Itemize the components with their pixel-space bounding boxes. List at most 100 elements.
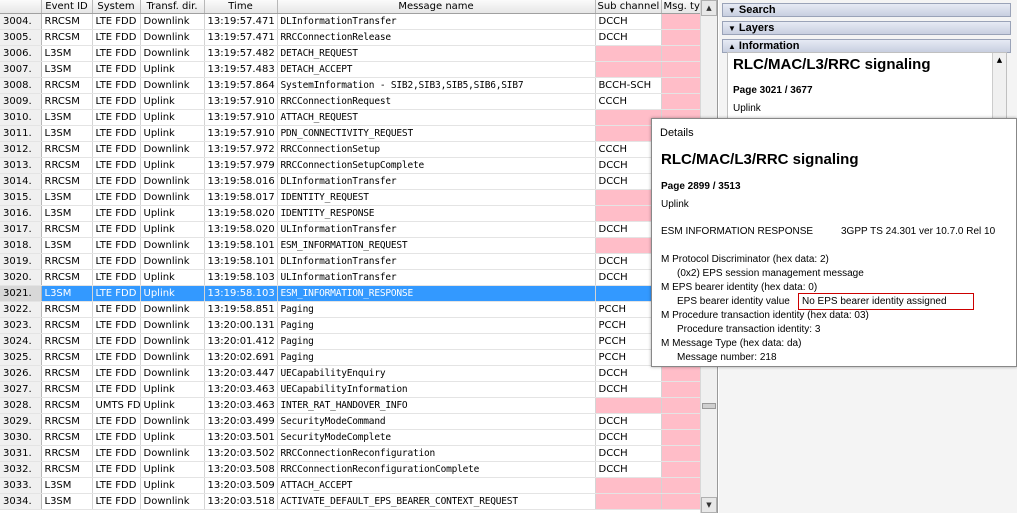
- cell-msg-type: [661, 61, 701, 78]
- table-row[interactable]: 3032. RRCSM LTE FDD Uplink 13:20:03.508 RRCCo…: [0, 461, 701, 478]
- column-header-transf-dir[interactable]: Transf. dir.: [140, 0, 205, 14]
- cell-time: 13:19:58.103: [204, 285, 278, 302]
- column-header-rownum[interactable]: [0, 0, 42, 14]
- cell-time: 13:19:57.910: [204, 109, 278, 126]
- cell-row-number: 3017.: [0, 221, 42, 238]
- scroll-down-arrow-icon[interactable]: ▼: [701, 497, 717, 513]
- scroll-up-arrow-icon[interactable]: ▲: [997, 56, 1002, 64]
- expand-triangle-icon: ▲: [728, 42, 736, 51]
- layers-section-header[interactable]: ▼ Layers: [722, 21, 1011, 35]
- table-row[interactable]: 3019. RRCSM LTE FDD Downlink 13:19:58.101 DLI…: [0, 253, 701, 270]
- cell-direction: Uplink: [140, 397, 205, 414]
- cell-sub-channel: DCCH: [595, 365, 662, 382]
- table-row[interactable]: 3004. RRCSM LTE FDD Downlink 13:19:57.471 DLI…: [0, 13, 701, 30]
- cell-event-id: L3SM: [41, 109, 93, 126]
- table-row[interactable]: 3005. RRCSM LTE FDD Downlink 13:19:57.471 RRC…: [0, 29, 701, 46]
- table-row[interactable]: 3010. L3SM LTE FDD Uplink 13:19:57.910 ATTACH…: [0, 109, 701, 126]
- table-row[interactable]: 3008. RRCSM LTE FDD Downlink 13:19:57.864 Sys…: [0, 77, 701, 94]
- cell-sub-channel: DCCH: [595, 413, 662, 430]
- details-message-name: ESM INFORMATION RESPONSE: [661, 226, 814, 237]
- cell-direction: Downlink: [140, 45, 205, 62]
- cell-row-number: 3020.: [0, 269, 42, 286]
- table-row[interactable]: 3024. RRCSM LTE FDD Downlink 13:20:01.412 Pag…: [0, 333, 701, 350]
- cell-row-number: 3004.: [0, 13, 42, 30]
- table-row[interactable]: 3011. L3SM LTE FDD Uplink 13:19:57.910 PDN_CO…: [0, 125, 701, 142]
- scroll-up-arrow-icon[interactable]: ▲: [701, 0, 717, 16]
- table-row[interactable]: 3025. RRCSM LTE FDD Downlink 13:20:02.691 Pag…: [0, 349, 701, 366]
- cell-message-name: RRCConnectionSetup: [277, 141, 596, 158]
- cell-message-name: RRCConnectionSetupComplete: [277, 157, 596, 174]
- cell-time: 13:20:03.508: [204, 461, 278, 478]
- cell-event-id: RRCSM: [41, 173, 93, 190]
- table-row[interactable]: 3030. RRCSM LTE FDD Uplink 13:20:03.501 Secur…: [0, 429, 701, 446]
- cell-msg-type: [661, 77, 701, 94]
- cell-time: 13:20:03.447: [204, 365, 278, 382]
- cell-sub-channel: DCCH: [595, 29, 662, 46]
- information-section-header[interactable]: ▲ Information: [722, 39, 1011, 53]
- cell-time: 13:19:58.020: [204, 221, 278, 238]
- cell-time: 13:20:03.509: [204, 477, 278, 494]
- table-row[interactable]: 3023. RRCSM LTE FDD Downlink 13:20:00.131 Pag…: [0, 317, 701, 334]
- table-row[interactable]: 3014. RRCSM LTE FDD Downlink 13:19:58.016 DLI…: [0, 173, 701, 190]
- cell-direction: Uplink: [140, 221, 205, 238]
- cell-system: LTE FDD: [92, 349, 141, 366]
- cell-message-name: ESM_INFORMATION_RESPONSE: [277, 285, 596, 302]
- field-protocol-discriminator: M Protocol Discriminator (hex data: 2): [661, 254, 829, 265]
- cell-system: LTE FDD: [92, 269, 141, 286]
- table-row[interactable]: 3017. RRCSM LTE FDD Uplink 13:19:58.020 ULInf…: [0, 221, 701, 238]
- table-row[interactable]: 3034. L3SM LTE FDD Downlink 13:20:03.518 ACTI…: [0, 493, 701, 510]
- column-header-message-name[interactable]: Message name: [277, 0, 596, 14]
- cell-sub-channel: BCCH-SCH: [595, 77, 662, 94]
- cell-sub-channel: DCCH: [595, 381, 662, 398]
- table-row[interactable]: 3020. RRCSM LTE FDD Uplink 13:19:58.103 ULInf…: [0, 269, 701, 286]
- table-row[interactable]: 3013. RRCSM LTE FDD Uplink 13:19:57.979 RRCCo…: [0, 157, 701, 174]
- table-row[interactable]: 3018. L3SM LTE FDD Downlink 13:19:58.101 ESM_…: [0, 237, 701, 254]
- cell-system: LTE FDD: [92, 317, 141, 334]
- table-row[interactable]: 3012. RRCSM LTE FDD Downlink 13:19:57.972 RRC…: [0, 141, 701, 158]
- information-panel: RLC/MAC/L3/RRC signaling Page 3021 / 367…: [727, 52, 1007, 122]
- cell-row-number: 3034.: [0, 493, 42, 510]
- cell-event-id: RRCSM: [41, 333, 93, 350]
- cell-direction: Downlink: [140, 253, 205, 270]
- column-header-sub-channel[interactable]: Sub channel: [595, 0, 662, 14]
- cell-event-id: L3SM: [41, 205, 93, 222]
- table-row[interactable]: 3029. RRCSM LTE FDD Downlink 13:20:03.499 Sec…: [0, 413, 701, 430]
- table-row[interactable]: 3028. RRCSM UMTS FD Uplink 13:20:03.463 INTER…: [0, 397, 701, 414]
- details-popup: Details RLC/MAC/L3/RRC signaling Page 28…: [651, 118, 1017, 367]
- field-message-number: Message number: 218: [677, 352, 777, 363]
- cell-sub-channel: DCCH: [595, 13, 662, 30]
- search-section-header[interactable]: ▼ Search: [722, 3, 1011, 17]
- cell-event-id: L3SM: [41, 285, 93, 302]
- scrollbar-thumb[interactable]: [702, 403, 716, 409]
- table-row[interactable]: 3015. L3SM LTE FDD Downlink 13:19:58.017 IDEN…: [0, 189, 701, 206]
- table-row[interactable]: 3007. L3SM LTE FDD Uplink 13:19:57.483 DETACH…: [0, 61, 701, 78]
- table-row[interactable]: 3009. RRCSM LTE FDD Uplink 13:19:57.910 RRCCo…: [0, 93, 701, 110]
- table-row[interactable]: 3033. L3SM LTE FDD Uplink 13:20:03.509 ATTACH…: [0, 477, 701, 494]
- cell-message-name: ULInformationTransfer: [277, 269, 596, 286]
- table-row[interactable]: 3027. RRCSM LTE FDD Uplink 13:20:03.463 UECap…: [0, 381, 701, 398]
- cell-msg-type: [661, 413, 701, 430]
- table-row[interactable]: 3016. L3SM LTE FDD Uplink 13:19:58.020 IDENTI…: [0, 205, 701, 222]
- cell-time: 13:19:57.483: [204, 61, 278, 78]
- table-row[interactable]: 3031. RRCSM LTE FDD Downlink 13:20:03.502 RRC…: [0, 445, 701, 462]
- column-header-msg-type[interactable]: Msg. ty: [661, 0, 701, 14]
- cell-event-id: RRCSM: [41, 317, 93, 334]
- cell-row-number: 3007.: [0, 61, 42, 78]
- cell-time: 13:20:03.499: [204, 413, 278, 430]
- column-header-time[interactable]: Time: [204, 0, 278, 14]
- table-row[interactable]: 3006. L3SM LTE FDD Downlink 13:19:57.482 DETA…: [0, 45, 701, 62]
- table-header-row: Event ID System Transf. dir. Time Messag…: [0, 0, 701, 14]
- cell-message-name: IDENTITY_RESPONSE: [277, 205, 596, 222]
- table-row[interactable]: 3026. RRCSM LTE FDD Downlink 13:20:03.447 UEC…: [0, 365, 701, 382]
- cell-direction: Downlink: [140, 349, 205, 366]
- cell-system: LTE FDD: [92, 173, 141, 190]
- column-header-system[interactable]: System: [92, 0, 141, 14]
- cell-event-id: RRCSM: [41, 429, 93, 446]
- cell-event-id: RRCSM: [41, 461, 93, 478]
- details-direction: Uplink: [661, 199, 689, 210]
- column-header-event-id[interactable]: Event ID: [41, 0, 93, 14]
- info-scrollbar[interactable]: ▲: [992, 53, 1006, 121]
- table-row[interactable]: 3021. L3SM LTE FDD Uplink 13:19:58.103 ESM_IN…: [0, 285, 701, 302]
- table-row[interactable]: 3022. RRCSM LTE FDD Downlink 13:19:58.851 Pag…: [0, 301, 701, 318]
- cell-event-id: RRCSM: [41, 349, 93, 366]
